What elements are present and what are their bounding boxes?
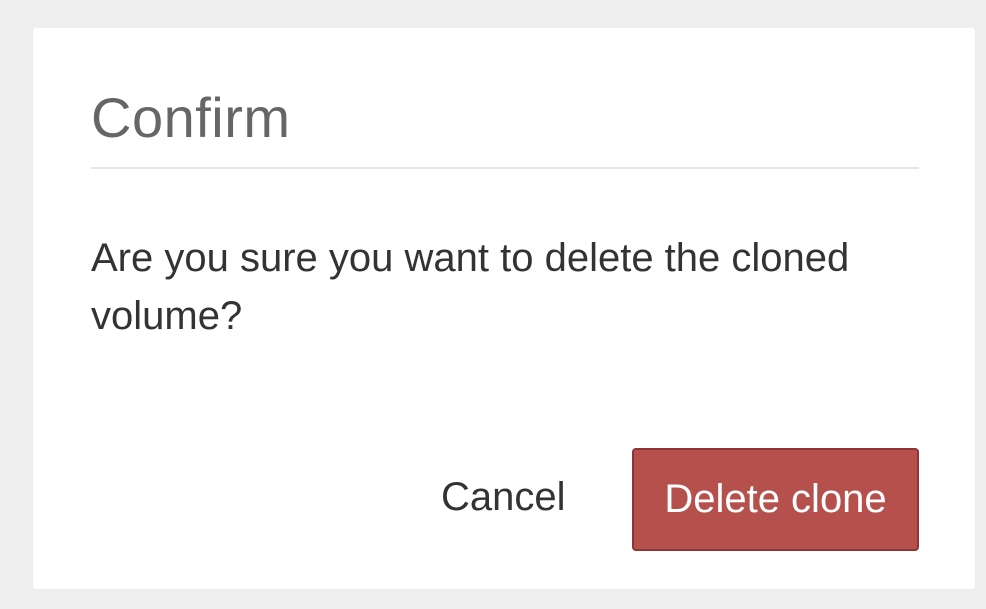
delete-clone-button[interactable]: Delete clone	[632, 448, 919, 551]
title-divider	[91, 167, 919, 169]
cancel-button[interactable]: Cancel	[425, 466, 582, 528]
dialog-title: Confirm	[91, 86, 291, 149]
confirm-dialog: Confirm Are you sure you want to delete …	[33, 28, 975, 589]
dialog-message: Are you sure you want to delete the clon…	[91, 236, 850, 338]
